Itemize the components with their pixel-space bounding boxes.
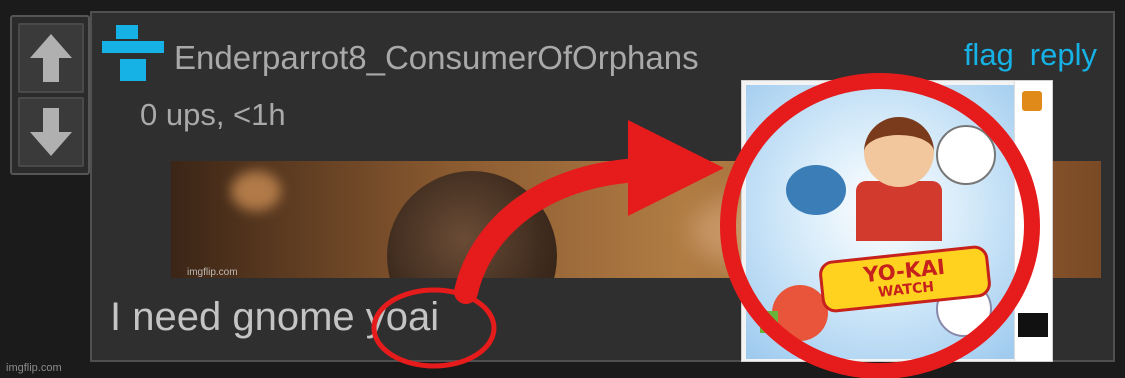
cover-character	[772, 285, 828, 341]
footer-watermark: imgflip.com	[6, 362, 62, 374]
age-rating-badge	[760, 311, 778, 333]
downvote-button[interactable]	[18, 97, 84, 167]
cover-character	[936, 125, 996, 185]
image-head-shape	[387, 171, 557, 278]
comment-meta: 0 ups, <1h	[140, 97, 286, 132]
cover-character	[786, 165, 846, 215]
image-blur-shape	[231, 171, 281, 211]
flag-link[interactable]: flag	[964, 37, 1014, 73]
comment-text: I need gnome yoai	[110, 295, 440, 339]
reply-link[interactable]: reply	[1030, 37, 1097, 73]
comment-username[interactable]: Enderparrot8_ConsumerOfOrphans	[174, 39, 699, 77]
cover-hero-face	[864, 117, 934, 187]
arrow-up-icon	[30, 34, 72, 82]
yokai-watch-cover: YO-KAI WATCH	[741, 80, 1053, 362]
cover-hero-body	[856, 181, 942, 241]
arrow-down-icon	[30, 108, 72, 156]
image-watermark: imgflip.com	[187, 267, 238, 278]
cover-art: YO-KAI WATCH	[746, 85, 1016, 359]
upvote-button[interactable]	[18, 23, 84, 93]
user-avatar-icon	[102, 25, 164, 81]
comment-actions: flag reply	[964, 37, 1097, 73]
vote-box	[10, 15, 90, 175]
publisher-badge	[1022, 91, 1042, 111]
platform-badge	[1018, 313, 1048, 337]
